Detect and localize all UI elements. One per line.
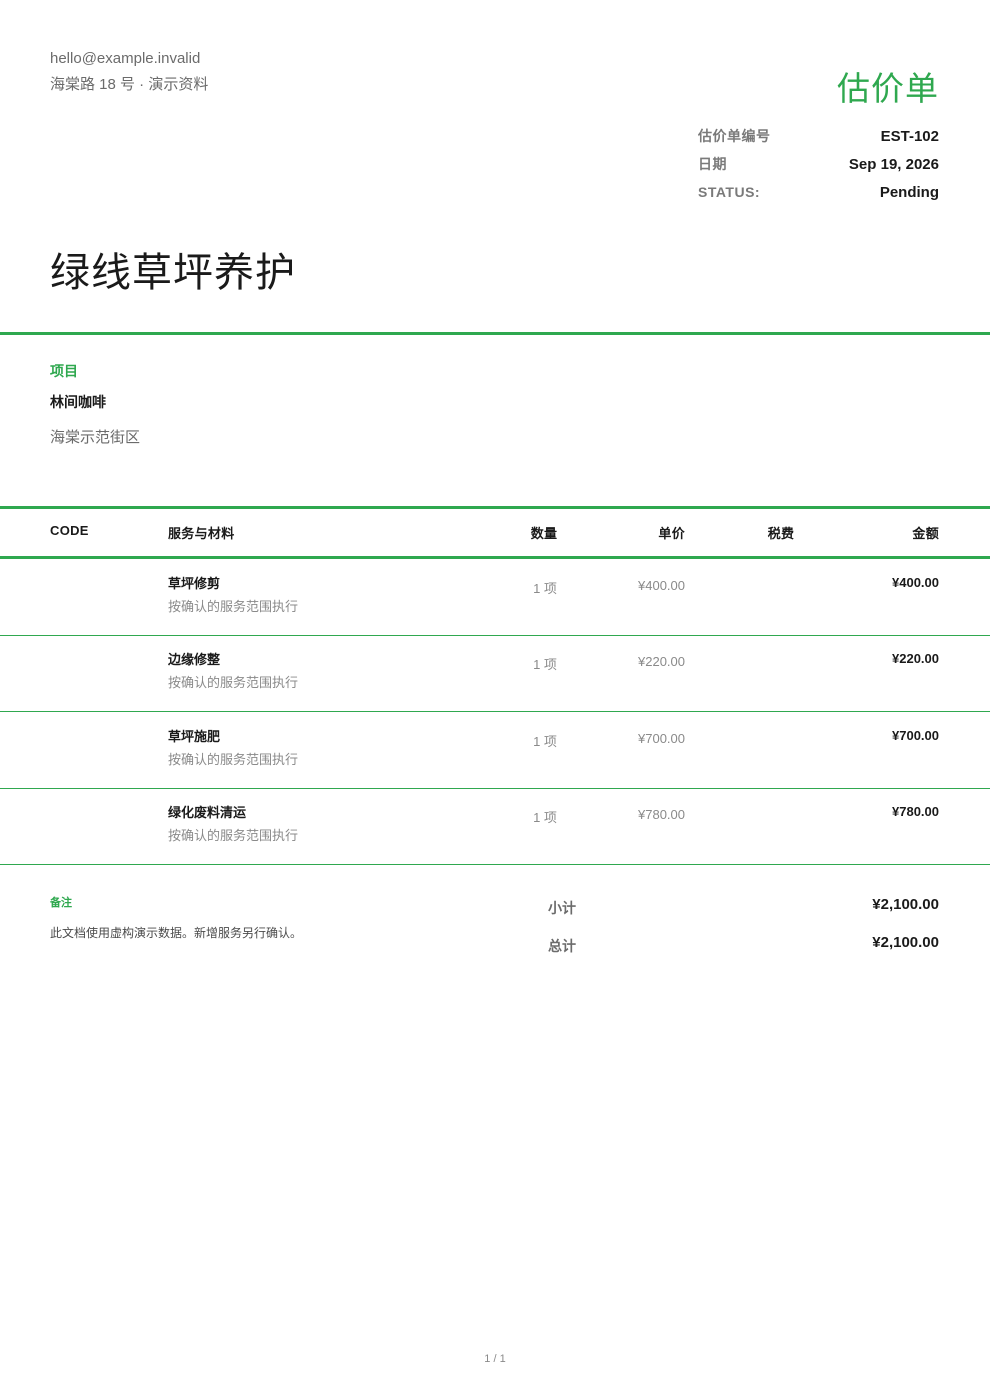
column-header-tax: 税费 xyxy=(767,526,795,541)
notes-text: 此文档使用虚构演示数据。新增服务另行确认。 xyxy=(50,926,303,940)
item-amount: ¥780.00 xyxy=(892,804,939,819)
table-row: 绿化废料清运 按确认的服务范围执行 1 项 ¥780.00 ¥780.00 xyxy=(0,788,990,865)
project-name: 林间咖啡 xyxy=(50,394,106,410)
table-row: 草坪施肥 按确认的服务范围执行 1 项 ¥700.00 ¥700.00 xyxy=(0,712,990,789)
sender-address: 海棠路 18 号 · 演示资料 xyxy=(50,76,209,93)
estimate-number: EST-102 xyxy=(880,127,939,145)
item-amount: ¥400.00 xyxy=(892,575,939,590)
total-value: ¥2,100.00 xyxy=(872,934,939,951)
item-name: 边缘修整 xyxy=(168,652,221,667)
meta-row-date: 日期 Sep 19, 2026 xyxy=(698,150,939,178)
meta-label: STATUS: xyxy=(698,184,761,200)
column-header-quantity: 数量 xyxy=(530,526,558,541)
item-quantity: 1 项 xyxy=(533,734,557,749)
sender-email: hello@example.invalid xyxy=(50,50,201,67)
table-row: 草坪修剪 按确认的服务范围执行 1 项 ¥400.00 ¥400.00 xyxy=(0,559,990,636)
column-header-amount: 金额 xyxy=(912,526,939,541)
subtotal-label: 小计 xyxy=(548,900,576,916)
table-top-rule xyxy=(0,506,990,509)
meta-label: 日期 xyxy=(698,156,727,172)
item-name: 绿化废料清运 xyxy=(168,805,247,820)
column-header-description: 服务与材料 xyxy=(168,526,235,541)
document-type-title: 估价单 xyxy=(837,70,939,107)
project-label: 项目 xyxy=(50,363,78,379)
item-name: 草坪施肥 xyxy=(168,729,221,744)
column-header-code: CODE xyxy=(50,523,89,538)
item-quantity: 1 项 xyxy=(533,657,557,672)
page-number: 1 / 1 xyxy=(484,1353,506,1365)
column-header-unit-price: 单价 xyxy=(658,526,685,541)
item-description: 按确认的服务范围执行 xyxy=(168,599,299,614)
status-value: Pending xyxy=(879,183,939,201)
table-row: 边缘修整 按确认的服务范围执行 1 项 ¥220.00 ¥220.00 xyxy=(0,635,990,712)
estimate-date: Sep 19, 2026 xyxy=(848,155,939,173)
meta-label: 估价单编号 xyxy=(698,128,771,144)
total-label: 总计 xyxy=(548,938,576,954)
item-quantity: 1 项 xyxy=(533,581,557,596)
item-description: 按确认的服务范围执行 xyxy=(168,752,299,767)
meta-row-status: STATUS: Pending xyxy=(698,178,939,206)
item-unit-price: ¥400.00 xyxy=(638,578,685,593)
item-name: 草坪修剪 xyxy=(168,576,221,591)
divider xyxy=(0,332,990,335)
meta-row-number: 估价单编号 EST-102 xyxy=(698,122,939,150)
item-amount: ¥700.00 xyxy=(892,728,939,743)
subtotal-value: ¥2,100.00 xyxy=(872,896,939,913)
item-quantity: 1 项 xyxy=(533,810,557,825)
notes-label: 备注 xyxy=(50,897,72,909)
item-description: 按确认的服务范围执行 xyxy=(168,675,299,690)
company-name: 绿线草坪养护 xyxy=(50,251,296,295)
item-unit-price: ¥700.00 xyxy=(638,731,685,746)
item-description: 按确认的服务范围执行 xyxy=(168,828,299,843)
item-amount: ¥220.00 xyxy=(892,651,939,666)
item-unit-price: ¥780.00 xyxy=(638,807,685,822)
document-meta: 估价单编号 EST-102 日期 Sep 19, 2026 STATUS: Pe… xyxy=(698,122,939,206)
item-unit-price: ¥220.00 xyxy=(638,654,685,669)
project-location: 海棠示范街区 xyxy=(50,429,141,446)
